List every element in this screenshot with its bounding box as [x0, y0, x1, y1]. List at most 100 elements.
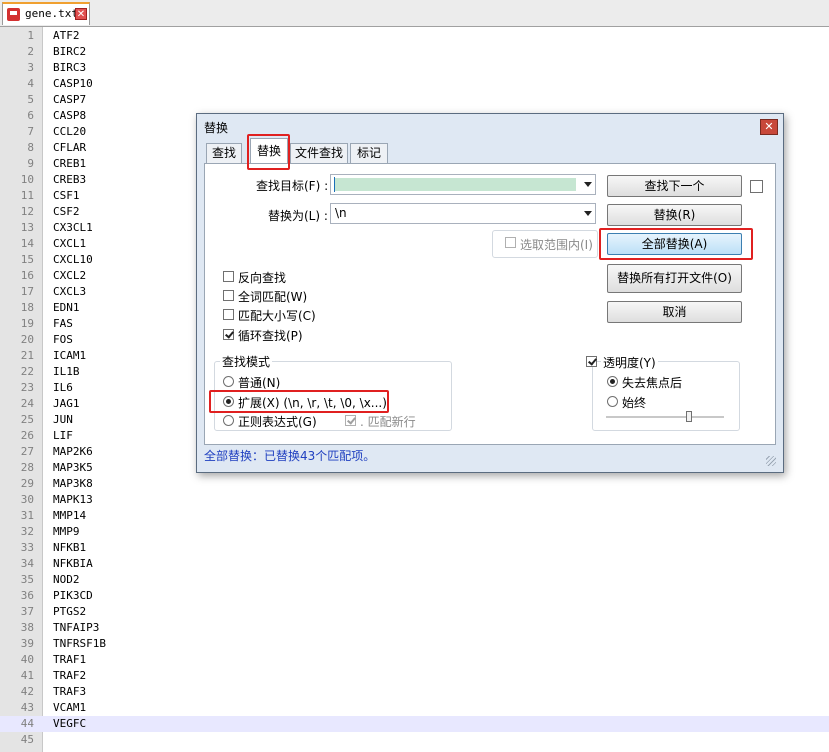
editor-line[interactable]: 33 NFKB1	[0, 540, 829, 556]
line-text: CSF1	[53, 189, 80, 202]
editor-line[interactable]: 34 NFKBIA	[0, 556, 829, 572]
line-number: 10	[20, 173, 34, 186]
line-number: 18	[20, 301, 34, 314]
tab-find-in-files[interactable]: 文件查找	[290, 143, 348, 163]
find-what-combo[interactable]	[330, 174, 596, 195]
editor-line[interactable]: 29 MAP3K8	[0, 476, 829, 492]
editor-line[interactable]: 2 BIRC2	[0, 44, 829, 60]
line-text: CXCL2	[53, 269, 87, 282]
line-number: 43	[20, 701, 34, 714]
editor-line[interactable]: 36 PIK3CD	[0, 588, 829, 604]
chevron-down-icon[interactable]	[584, 182, 592, 187]
editor-line[interactable]: 43 VCAM1	[0, 700, 829, 716]
line-number: 34	[20, 557, 34, 570]
line-number: 13	[20, 221, 34, 234]
line-text: CSF2	[53, 205, 80, 218]
line-text: PTGS2	[53, 605, 87, 618]
editor-line[interactable]: 4 CASP10	[0, 76, 829, 92]
replace-button[interactable]: 替换(R)	[607, 204, 742, 226]
find-what-label: 查找目标(F) :	[256, 179, 329, 193]
editor-line[interactable]: 44 VEGFC	[0, 716, 829, 732]
line-text: TRAF2	[53, 669, 87, 682]
line-number: 31	[20, 509, 34, 522]
editor-line[interactable]: 41 TRAF2	[0, 668, 829, 684]
line-number: 39	[20, 637, 34, 650]
line-number: 15	[20, 253, 34, 266]
transparency-checkbox[interactable]	[586, 356, 597, 367]
transparency-on-lose-focus-radio[interactable]	[607, 376, 618, 387]
reverse-search-checkbox[interactable]	[223, 271, 234, 282]
line-number: 14	[20, 237, 34, 250]
whole-word-checkbox[interactable]	[223, 290, 234, 301]
dialog-close-icon[interactable]: ✕	[760, 119, 778, 135]
find-selection-highlight	[334, 178, 576, 191]
line-text: NFKB1	[53, 541, 87, 554]
transparency-slider-track[interactable]	[606, 416, 724, 419]
transparency-slider-thumb[interactable]	[685, 411, 692, 422]
line-number: 1	[27, 29, 34, 42]
line-text: NFKBIA	[53, 557, 93, 570]
find-next-toggle-checkbox[interactable]	[750, 180, 763, 193]
chevron-down-icon[interactable]	[584, 211, 592, 216]
tab-mark[interactable]: 标记	[350, 143, 388, 163]
line-text: BIRC3	[53, 61, 87, 74]
in-selection-label: 选取范围内(I)	[520, 238, 593, 252]
editor-line[interactable]: 30 MAPK13	[0, 492, 829, 508]
search-mode-extended-radio[interactable]	[223, 396, 234, 407]
transparency-always-radio[interactable]	[607, 396, 618, 407]
editor-line[interactable]: 32 MMP9	[0, 524, 829, 540]
line-text: CASP10	[53, 77, 93, 90]
line-text: EDN1	[53, 301, 80, 314]
editor-line[interactable]: 38 TNFAIP3	[0, 620, 829, 636]
editor-line[interactable]: 45	[0, 732, 829, 748]
line-number: 25	[20, 413, 34, 426]
transparency-label: 透明度(Y)	[601, 354, 658, 371]
line-text: IL1B	[53, 365, 80, 378]
editor-line[interactable]: 40 TRAF1	[0, 652, 829, 668]
line-number: 42	[20, 685, 34, 698]
line-text: CXCL10	[53, 253, 93, 266]
search-mode-regex-radio[interactable]	[223, 415, 234, 426]
match-case-checkbox[interactable]	[223, 309, 234, 320]
close-tab-icon[interactable]: ✕	[75, 8, 87, 20]
line-number: 22	[20, 365, 34, 378]
line-text: CXCL1	[53, 237, 87, 250]
dot-matches-newline-checkbox[interactable]	[345, 415, 356, 426]
editor-line[interactable]: 1 ATF2	[0, 28, 829, 44]
editor-line[interactable]: 39 TNFRSF1B	[0, 636, 829, 652]
line-text: JAG1	[53, 397, 80, 410]
replace-with-combo[interactable]: \n	[330, 203, 596, 224]
search-mode-regex-label: 正则表达式(G)	[238, 415, 317, 429]
editor-line[interactable]: 37 PTGS2	[0, 604, 829, 620]
replace-all-button[interactable]: 全部替换(A)	[607, 233, 742, 255]
line-number: 36	[20, 589, 34, 602]
editor-line[interactable]: 42 TRAF3	[0, 684, 829, 700]
resize-grip-icon[interactable]	[766, 456, 776, 466]
cancel-button[interactable]: 取消	[607, 301, 742, 323]
tab-find[interactable]: 查找	[206, 143, 242, 163]
editor-line[interactable]: 3 BIRC3	[0, 60, 829, 76]
line-number: 28	[20, 461, 34, 474]
whole-word-label: 全词匹配(W)	[238, 290, 308, 304]
line-number: 32	[20, 525, 34, 538]
line-number: 19	[20, 317, 34, 330]
editor-line[interactable]: 35 NOD2	[0, 572, 829, 588]
search-mode-extended-label: 扩展(X) (\n, \r, \t, \0, \x...)	[238, 396, 387, 410]
line-text: VCAM1	[53, 701, 87, 714]
wrap-around-checkbox[interactable]	[223, 329, 234, 340]
line-text: NOD2	[53, 573, 80, 586]
line-text: CFLAR	[53, 141, 87, 154]
transparency-on-lose-focus-label: 失去焦点后	[622, 376, 683, 390]
editor-line[interactable]: 5 CASP7	[0, 92, 829, 108]
line-text: LIF	[53, 429, 73, 442]
search-mode-normal-radio[interactable]	[223, 376, 234, 387]
find-next-button[interactable]: 查找下一个	[607, 175, 742, 197]
tab-replace[interactable]: 替换	[250, 138, 288, 164]
editor-line[interactable]: 31 MMP14	[0, 508, 829, 524]
line-text: CCL20	[53, 125, 87, 138]
in-selection-checkbox[interactable]	[505, 237, 516, 248]
document-tab[interactable]: gene.txt ✕	[2, 2, 90, 25]
replace-all-open-files-button[interactable]: 替换所有打开文件(O)	[607, 264, 742, 293]
line-text: JUN	[53, 413, 73, 426]
line-number: 2	[27, 45, 34, 58]
